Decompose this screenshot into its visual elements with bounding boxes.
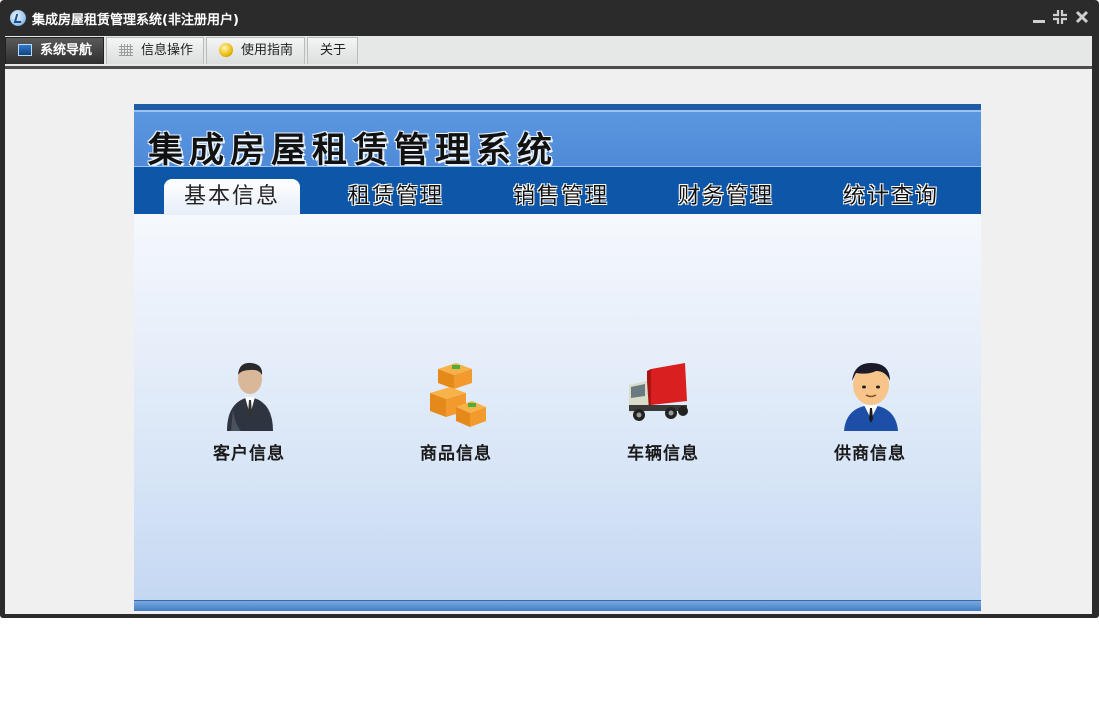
module-label: 商品信息 [420,444,492,464]
nav-tab-finance[interactable]: 财务管理 [661,179,791,215]
module-vehicle[interactable]: 车辆信息 [603,359,723,464]
panel-bottom-bar [134,600,981,611]
nav-tab-basic-info[interactable]: 基本信息 [164,179,300,215]
module-label: 供商信息 [834,444,906,464]
customer-icon [227,362,273,431]
module-label: 客户信息 [213,444,285,464]
navigation-panel: 集成房屋租赁管理系统 基本信息 租赁管理 销售管理 财务管理 统计查询 客户信息… [134,104,981,611]
nav-tab-stats[interactable]: 统计查询 [826,179,956,215]
module-nav-bar: 基本信息 租赁管理 销售管理 财务管理 统计查询 [134,166,981,215]
close-button[interactable] [1073,7,1091,27]
help-icon [219,43,233,57]
nav-tab-sales[interactable]: 销售管理 [496,179,626,215]
close-icon [1075,10,1089,24]
truck-icon [629,363,688,421]
module-supplier[interactable]: 供商信息 [810,359,930,464]
minimize-icon [1033,20,1045,23]
restore-icon [1053,10,1067,24]
module-goods[interactable]: 商品信息 [396,359,516,464]
app-window: 集成房屋租赁管理系统(非注册用户) 系统导航 信息操作 使用指南 关于 集成房屋… [0,0,1099,618]
tab-about[interactable]: 关于 [307,37,358,64]
tab-info-ops[interactable]: 信息操作 [106,37,204,64]
module-label: 车辆信息 [627,444,699,464]
app-logo-icon [10,10,26,26]
menu-bar: 系统导航 信息操作 使用指南 关于 [5,36,1092,66]
banner: 集成房屋租赁管理系统 [134,110,981,171]
tab-label: 系统导航 [40,43,93,58]
tab-user-guide[interactable]: 使用指南 [206,37,305,64]
grid-icon [119,44,133,56]
tab-system-nav[interactable]: 系统导航 [5,37,104,64]
tab-label: 关于 [320,43,347,58]
main-content: 集成房屋租赁管理系统 基本信息 租赁管理 销售管理 财务管理 统计查询 客户信息… [5,69,1092,614]
monitor-icon [18,44,32,56]
minimize-button[interactable] [1030,7,1048,27]
goods-boxes-icon [430,363,486,427]
tab-label: 信息操作 [141,43,194,58]
title-bar[interactable]: 集成房屋租赁管理系统(非注册用户) [0,0,1099,36]
module-customer[interactable]: 客户信息 [189,359,309,464]
window-title: 集成房屋租赁管理系统(非注册用户) [32,13,239,28]
restore-button[interactable] [1051,7,1069,27]
supplier-person-icon [844,363,898,431]
nav-tab-rental[interactable]: 租赁管理 [331,179,461,215]
tab-label: 使用指南 [241,43,294,58]
